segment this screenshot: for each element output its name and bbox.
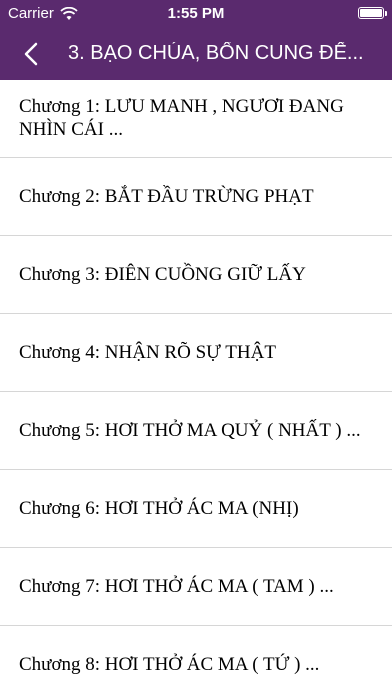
chapter-item-3[interactable]: Chương 3: ĐIÊN CUỒNG GIỮ LẤY <box>0 236 392 314</box>
chapter-item-1[interactable]: Chương 1: LƯU MANH , NGƯƠI ĐANG NHÌN CÁI… <box>0 80 392 158</box>
chapter-label: Chương 4: NHẬN RÕ SỰ THẬT <box>19 341 276 363</box>
chapter-label: Chương 8: HƠI THỞ ÁC MA ( TỨ ) ... <box>19 653 320 675</box>
chapter-label: Chương 3: ĐIÊN CUỒNG GIỮ LẤY <box>19 263 306 285</box>
header: Carrier 1:55 PM 3. BẠO CHÚA, BỔN CUNG ĐẾ… <box>0 0 392 80</box>
chapter-label: Chương 5: HƠI THỞ MA QUỶ ( NHẤT ) ... <box>19 419 361 441</box>
chevron-left-icon <box>24 42 38 66</box>
battery-icon <box>358 7 387 19</box>
chapter-item-4[interactable]: Chương 4: NHẬN RÕ SỰ THẬT <box>0 314 392 392</box>
chapter-label: Chương 1: LƯU MANH , NGƯƠI ĐANG NHÌN CÁI… <box>19 96 344 140</box>
battery-level-fill <box>360 9 382 17</box>
chapter-item-7[interactable]: Chương 7: HƠI THỞ ÁC MA ( TAM ) ... <box>0 548 392 626</box>
chapter-label: Chương 2: BẮT ĐẦU TRỪNG PHẠT <box>19 185 314 207</box>
chapter-label: Chương 7: HƠI THỞ ÁC MA ( TAM ) ... <box>19 575 334 597</box>
navigation-bar: 3. BẠO CHÚA, BỔN CUNG ĐẾ... <box>0 28 392 80</box>
chapter-item-6[interactable]: Chương 6: HƠI THỞ ÁC MA (NHỊ) <box>0 470 392 548</box>
chapter-item-2[interactable]: Chương 2: BẮT ĐẦU TRỪNG PHẠT <box>0 158 392 236</box>
page-title: 3. BẠO CHÚA, BỔN CUNG ĐẾ... <box>68 42 364 64</box>
status-time: 1:55 PM <box>167 5 225 22</box>
chapter-item-8[interactable]: Chương 8: HƠI THỞ ÁC MA ( TỨ ) ... <box>0 626 392 696</box>
chapter-list: Chương 1: LƯU MANH , NGƯƠI ĐANG NHÌN CÁI… <box>0 80 392 696</box>
status-bar: Carrier 1:55 PM <box>0 0 392 28</box>
back-button[interactable] <box>14 36 50 72</box>
chapter-item-5[interactable]: Chương 5: HƠI THỞ MA QUỶ ( NHẤT ) ... <box>0 392 392 470</box>
chapter-label: Chương 6: HƠI THỞ ÁC MA (NHỊ) <box>19 497 299 519</box>
